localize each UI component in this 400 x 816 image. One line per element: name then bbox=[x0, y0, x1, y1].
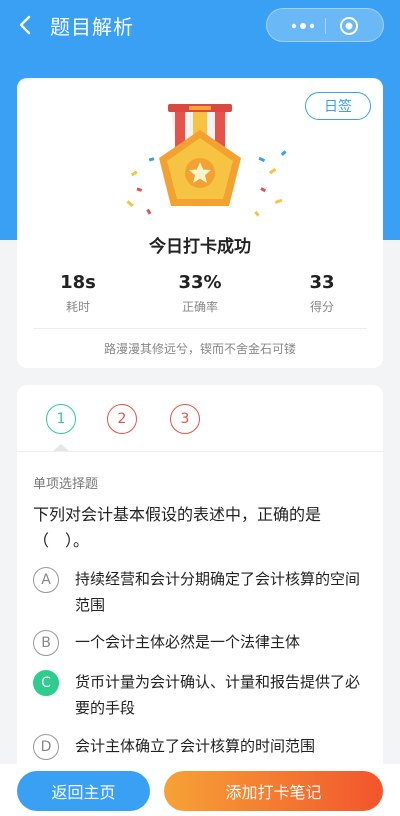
question-tab-2[interactable]: 2 bbox=[107, 404, 137, 434]
option-letter: D bbox=[33, 734, 59, 760]
question-card: 1 2 3 单项选择题 下列对会计基本假设的表述中，正确的是（ ）。 A 持续经… bbox=[17, 385, 383, 816]
question-text: 下列对会计基本假设的表述中，正确的是（ ）。 bbox=[33, 505, 322, 550]
daily-sign-button[interactable]: 日签 bbox=[305, 92, 371, 120]
stats-row: 18s 耗时 33% 正确率 33 得分 bbox=[17, 272, 383, 315]
chevron-left-icon[interactable] bbox=[14, 13, 38, 37]
return-home-button[interactable]: 返回主页 bbox=[17, 771, 150, 811]
medal-star-icon bbox=[126, 104, 287, 217]
more-dots-icon[interactable] bbox=[289, 19, 317, 33]
stat-label: 正确率 bbox=[181, 300, 218, 314]
stat-accuracy: 33% 正确率 bbox=[139, 272, 261, 315]
option-letter-correct: C bbox=[33, 670, 59, 696]
stat-label: 耗时 bbox=[65, 300, 90, 314]
option-c[interactable]: C 货币计量为会计确认、计量和报告提供了必要的手段 bbox=[33, 669, 373, 721]
question-tabs: 1 2 3 bbox=[17, 385, 383, 451]
option-b[interactable]: B 一个会计主体必然是一个法律主体 bbox=[33, 629, 373, 656]
option-letter: A bbox=[33, 567, 59, 593]
stat-time: 18s 耗时 bbox=[17, 272, 139, 315]
option-letter: B bbox=[33, 630, 59, 656]
checkin-summary-card: 日签 今日打卡成功 18s 耗时 33% 正确率 33 得分 路漫漫其修远兮，锲… bbox=[17, 78, 383, 368]
tab-divider bbox=[17, 451, 383, 452]
option-text: 一个会计主体必然是一个法律主体 bbox=[75, 633, 301, 651]
option-text: 会计主体确立了会计核算的时间范围 bbox=[75, 737, 316, 755]
navbar: 题目解析 bbox=[0, 0, 400, 52]
add-note-button[interactable]: 添加打卡笔记 bbox=[164, 771, 383, 811]
page-title: 题目解析 bbox=[50, 15, 134, 39]
checkin-success-title: 今日打卡成功 bbox=[149, 237, 251, 257]
stat-score: 33 得分 bbox=[261, 272, 383, 315]
stat-value: 33 bbox=[309, 272, 335, 293]
target-close-icon[interactable] bbox=[339, 16, 359, 36]
option-text: 货币计量为会计确认、计量和报告提供了必要的手段 bbox=[75, 673, 361, 717]
mini-program-capsule bbox=[266, 8, 384, 42]
option-d[interactable]: D 会计主体确立了会计核算的时间范围 bbox=[33, 733, 373, 760]
question-type-label: 单项选择题 bbox=[33, 477, 99, 492]
question-tab-1[interactable]: 1 bbox=[46, 404, 76, 434]
motto-text: 路漫漫其修远兮，锲而不舍金石可镂 bbox=[103, 342, 296, 356]
active-tab-pointer bbox=[53, 444, 69, 451]
question-tab-3[interactable]: 3 bbox=[170, 404, 200, 434]
stat-value: 33% bbox=[178, 272, 222, 293]
option-text: 持续经营和会计分期确定了会计核算的空间范围 bbox=[75, 570, 361, 614]
divider bbox=[33, 328, 367, 329]
stat-label: 得分 bbox=[309, 300, 334, 314]
capsule-divider bbox=[325, 18, 326, 34]
stat-value: 18s bbox=[60, 272, 96, 293]
option-a[interactable]: A 持续经营和会计分期确定了会计核算的空间范围 bbox=[33, 566, 373, 618]
